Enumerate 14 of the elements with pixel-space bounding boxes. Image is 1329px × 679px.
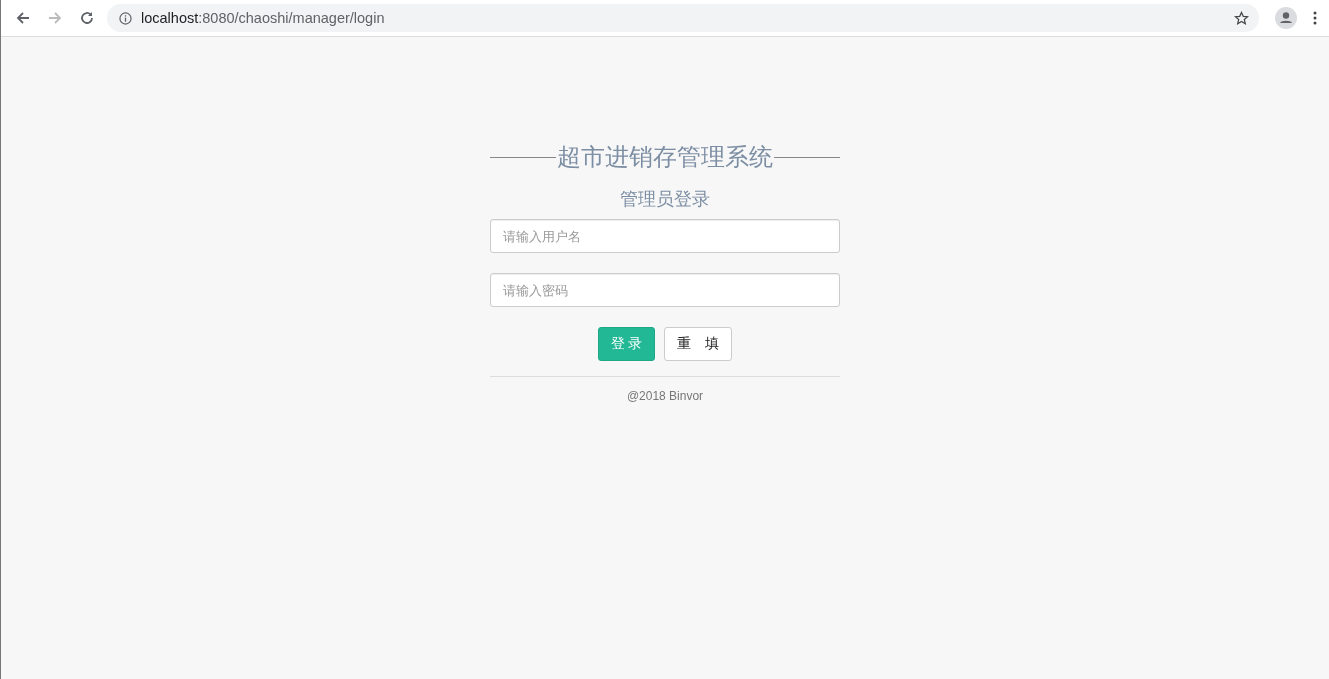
app-title: 超市进销存管理系统: [556, 142, 774, 172]
star-icon[interactable]: [1234, 10, 1249, 26]
login-heading: 管理员登录: [619, 188, 711, 211]
profile-icon[interactable]: [1275, 7, 1297, 29]
url-text: localhost:8080/chaoshi/manager/login: [141, 10, 386, 26]
info-icon: [119, 11, 132, 25]
reset-button[interactable]: 重 填: [664, 327, 733, 361]
menu-icon[interactable]: [1313, 11, 1317, 25]
copyright-text: @2018 Binvor: [625, 389, 705, 403]
username-field[interactable]: 请输入用户名: [490, 219, 840, 253]
reload-icon[interactable]: [79, 10, 95, 26]
back-icon[interactable]: [15, 10, 31, 26]
address-bar[interactable]: localhost:8080/chaoshi/manager/login: [107, 4, 1259, 32]
password-field[interactable]: 请输入密码: [490, 273, 840, 307]
